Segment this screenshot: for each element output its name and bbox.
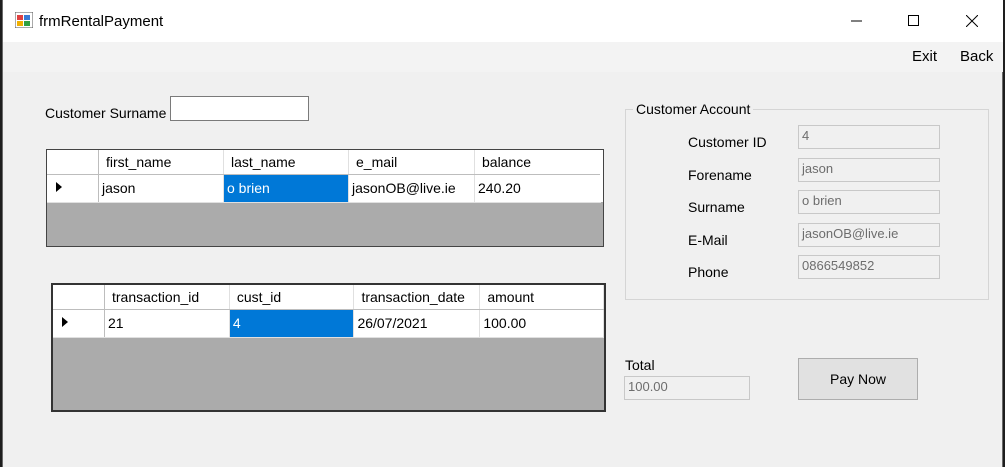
customer-id-label: Customer ID: [688, 134, 767, 150]
maximize-icon: [908, 15, 919, 26]
current-row-arrow-icon: [62, 316, 68, 327]
column-header[interactable]: balance: [474, 150, 601, 175]
customer-grid[interactable]: first_name last_name e_mail balance jaso…: [46, 149, 604, 247]
title-bar: frmRentalPayment: [3, 0, 1003, 42]
minimize-icon: [851, 20, 862, 22]
minimize-button[interactable]: [834, 0, 880, 42]
table-cell-selected[interactable]: 4: [229, 309, 355, 338]
grid-edge: [600, 150, 603, 202]
column-header[interactable]: amount: [479, 285, 604, 310]
app-form-icon: [15, 12, 33, 28]
customer-account-title: Customer Account: [633, 101, 754, 117]
customer-grid-header: first_name last_name e_mail balance: [47, 150, 601, 175]
total-label: Total: [625, 357, 655, 373]
row-header[interactable]: [47, 174, 99, 203]
forename-label: Forename: [688, 167, 752, 183]
menu-bar: [3, 42, 1003, 72]
menu-back[interactable]: Back: [960, 48, 993, 65]
table-row[interactable]: 21 4 26/07/2021 100.00: [53, 309, 604, 338]
transaction-grid-header: transaction_id cust_id transaction_date …: [53, 285, 604, 310]
column-header[interactable]: last_name: [223, 150, 349, 175]
rental-payment-window: frmRentalPayment Exit Back Customer Surn…: [2, 0, 1003, 467]
customer-id-field[interactable]: 4: [798, 125, 940, 149]
surname-label: Surname: [688, 199, 745, 215]
table-cell[interactable]: jasonOB@live.ie: [348, 174, 475, 203]
table-cell[interactable]: 100.00: [479, 309, 604, 338]
column-header[interactable]: e_mail: [348, 150, 475, 175]
forename-field[interactable]: jason: [798, 158, 940, 182]
table-cell-selected[interactable]: o brien: [223, 174, 349, 203]
table-row[interactable]: jason o brien jasonOB@live.ie 240.20: [47, 174, 601, 203]
row-header-corner: [53, 285, 105, 310]
total-field[interactable]: 100.00: [624, 376, 750, 400]
column-header[interactable]: cust_id: [229, 285, 355, 310]
row-header[interactable]: [53, 309, 105, 338]
phone-field[interactable]: 0866549852: [798, 255, 940, 279]
table-cell[interactable]: jason: [98, 174, 224, 203]
row-header-corner: [47, 150, 99, 175]
table-cell[interactable]: 240.20: [474, 174, 601, 203]
close-icon: [966, 15, 978, 27]
phone-label: Phone: [688, 264, 729, 280]
column-header[interactable]: first_name: [98, 150, 224, 175]
email-field[interactable]: jasonOB@live.ie: [798, 223, 940, 247]
customer-surname-input[interactable]: [170, 96, 309, 121]
email-label: E-Mail: [688, 232, 728, 248]
table-cell[interactable]: 21: [104, 309, 230, 338]
pay-now-button[interactable]: Pay Now: [798, 358, 918, 400]
close-button[interactable]: [949, 0, 995, 42]
window-title: frmRentalPayment: [39, 13, 164, 30]
current-row-arrow-icon: [56, 181, 62, 192]
maximize-button[interactable]: [891, 0, 937, 42]
column-header[interactable]: transaction_date: [353, 285, 481, 310]
transaction-grid[interactable]: transaction_id cust_id transaction_date …: [51, 283, 606, 412]
customer-surname-label: Customer Surname: [45, 105, 167, 121]
table-cell[interactable]: 26/07/2021: [353, 309, 481, 338]
surname-field[interactable]: o brien: [798, 190, 940, 214]
menu-exit[interactable]: Exit: [912, 48, 937, 65]
column-header[interactable]: transaction_id: [104, 285, 230, 310]
